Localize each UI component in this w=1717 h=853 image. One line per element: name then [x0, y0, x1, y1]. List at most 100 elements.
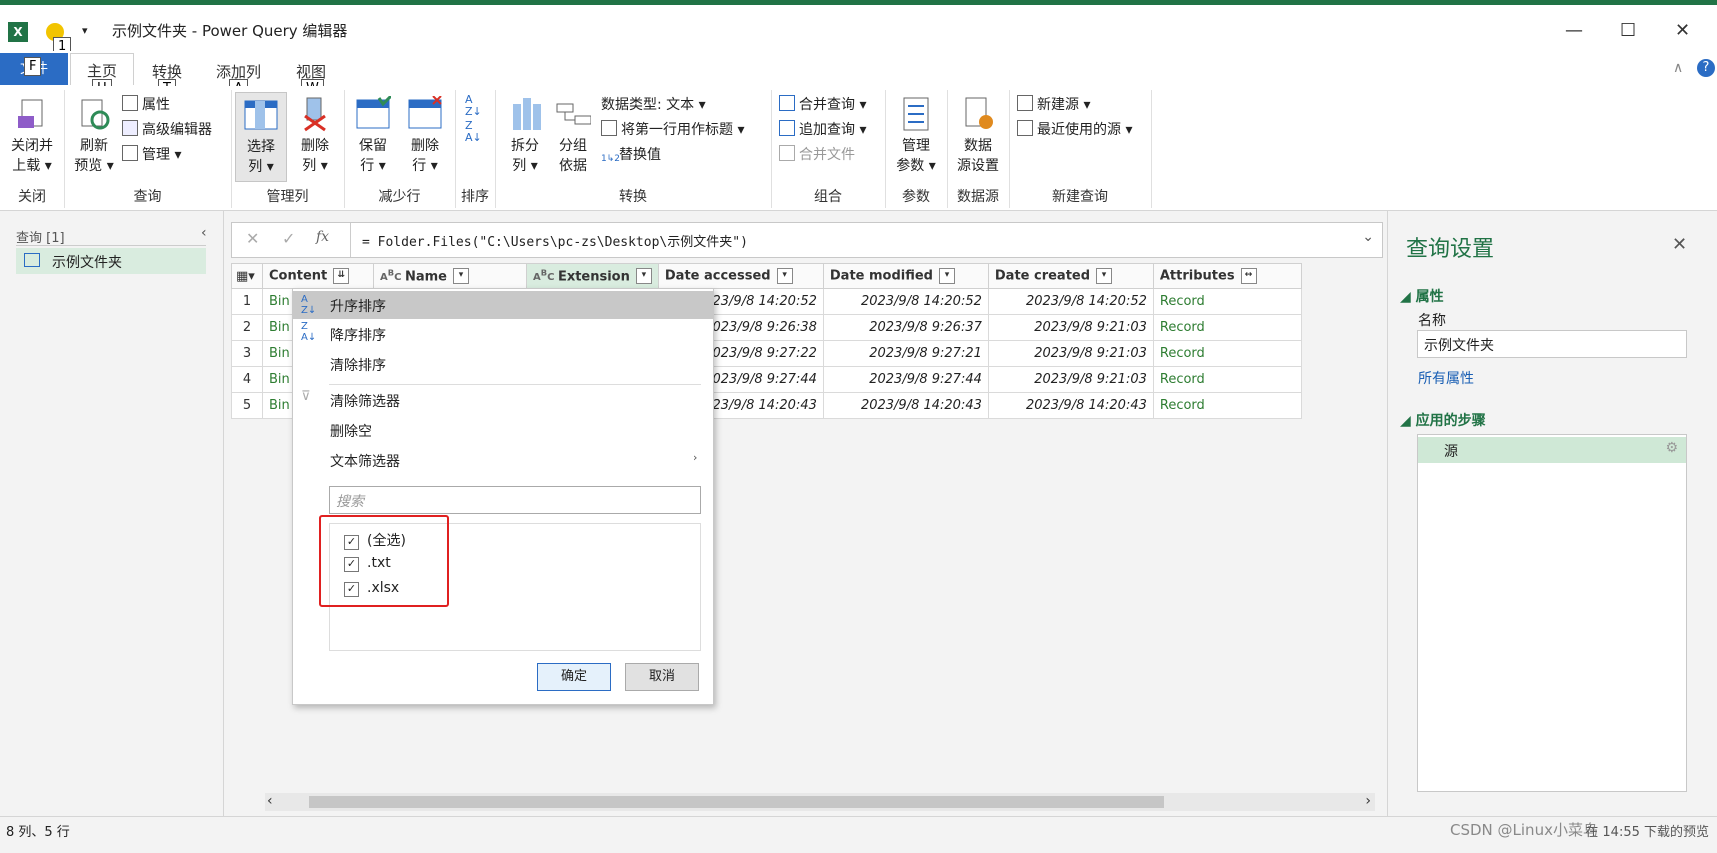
merge-queries-button[interactable]: 合并查询 ▾	[779, 94, 866, 114]
cell-attributes[interactable]: Record	[1152, 392, 1302, 419]
manage-parameters-label-2: 参数 ▾	[896, 158, 936, 174]
choose-columns-button[interactable]: 选择 列 ▾	[235, 92, 287, 182]
manage-parameters-icon	[898, 96, 934, 132]
column-header-extension[interactable]: ABC Extension ▾	[526, 263, 659, 289]
fx-icon[interactable]: fx	[316, 229, 329, 245]
collapse-ribbon-icon[interactable]: ∧	[1673, 60, 1683, 76]
expand-formula-icon[interactable]: ⌄	[1362, 229, 1374, 245]
expand-column-icon[interactable]: ↔	[1240, 268, 1257, 284]
column-header-date-accessed[interactable]: Date accessed ▾	[657, 263, 824, 289]
remove-columns-button[interactable]: 删除 列 ▾	[291, 96, 339, 176]
query-name-input[interactable]: 示例文件夹	[1417, 330, 1687, 358]
cell-date-created[interactable]: 2023/9/8 14:20:43	[987, 392, 1154, 419]
keep-rows-button[interactable]: 保留 行 ▾	[348, 94, 398, 176]
help-icon[interactable]: ?	[1697, 59, 1715, 77]
step-item[interactable]: 源 ⚙	[1418, 437, 1686, 463]
group-label-new-query: 新建查询	[1052, 189, 1108, 205]
group-new-query: 新建源 ▾ 最近使用的源 ▾ 新建查询	[1009, 90, 1152, 208]
cell-date-modified[interactable]: 2023/9/8 9:26:37	[822, 314, 989, 341]
filter-dropdown-icon[interactable]: ▾	[776, 268, 793, 284]
close-load-label-1: 关闭并	[11, 138, 53, 154]
filter-dropdown-icon[interactable]: ▾	[1096, 268, 1113, 284]
new-source-button[interactable]: 新建源 ▾	[1017, 94, 1090, 114]
gear-icon[interactable]: ⚙	[1665, 440, 1678, 456]
menu-item-remove-empty[interactable]: 删除空	[330, 421, 372, 441]
table-menu-icon[interactable]: ▦▾	[231, 263, 263, 289]
cell-date-modified[interactable]: 2023/9/8 14:20:43	[822, 392, 989, 419]
expand-column-icon[interactable]: ⇊	[333, 268, 350, 284]
menu-item-clear-filter[interactable]: 清除筛选器	[330, 391, 400, 411]
close-button[interactable]: ✕	[1675, 20, 1690, 41]
cell-date-created[interactable]: 2023/9/8 9:21:03	[987, 314, 1154, 341]
manage-parameters-label-1: 管理	[902, 138, 930, 154]
scroll-right-icon[interactable]: ›	[1365, 793, 1371, 809]
formula-text[interactable]: = Folder.Files("C:\Users\pc-zs\Desktop\示…	[362, 231, 748, 250]
column-header-attributes[interactable]: Attributes ↔	[1152, 263, 1302, 289]
column-header-name[interactable]: ABC Name ▾	[373, 263, 527, 289]
maximize-button[interactable]: ☐	[1620, 20, 1636, 41]
cell-attributes[interactable]: Record	[1152, 366, 1302, 393]
collapse-queries-icon[interactable]: ‹	[201, 225, 207, 241]
recent-sources-button[interactable]: 最近使用的源 ▾	[1017, 119, 1132, 139]
filter-dropdown-icon[interactable]: ▾	[452, 268, 469, 285]
minimize-button[interactable]: —	[1565, 20, 1583, 41]
cell-attributes[interactable]: Record	[1152, 340, 1302, 367]
filter-dropdown-icon[interactable]: ▾	[635, 268, 652, 285]
group-label-transform: 转换	[619, 189, 647, 205]
cell-attributes[interactable]: Record	[1152, 314, 1302, 341]
use-first-row-headers-button[interactable]: 将第一行用作标题 ▾	[601, 119, 744, 139]
menu-item-text-filters[interactable]: 文本筛选器	[330, 451, 400, 471]
scroll-left-icon[interactable]: ‹	[267, 793, 273, 809]
applied-steps-header[interactable]: ◢ 应用的步骤	[1400, 410, 1486, 430]
cell-date-created[interactable]: 2023/9/8 9:21:03	[987, 340, 1154, 367]
cell-date-created[interactable]: 2023/9/8 14:20:52	[987, 288, 1154, 315]
group-by-button[interactable]: 分组 依据	[553, 96, 593, 176]
menu-item-sort-descending[interactable]: 降序排序	[330, 325, 386, 345]
properties-header[interactable]: ◢ 属性	[1400, 286, 1444, 306]
column-header-date-created[interactable]: Date created ▾	[987, 263, 1154, 289]
queries-pane	[0, 211, 224, 816]
sort-ascending-icon[interactable]: A Z↓	[465, 94, 482, 118]
column-header-date-modified[interactable]: Date modified ▾	[822, 263, 989, 289]
ok-button[interactable]: 确定	[537, 663, 611, 691]
split-column-button[interactable]: 拆分 列 ▾	[503, 96, 547, 176]
remove-rows-button[interactable]: 删除 行 ▾	[400, 95, 450, 176]
commit-formula-icon[interactable]: ✓	[282, 229, 295, 248]
horizontal-scrollbar[interactable]: ‹ ›	[265, 793, 1375, 811]
data-source-settings-button[interactable]: 数据 源设置	[951, 96, 1005, 176]
menu-item-sort-ascending[interactable]: 升序排序	[330, 296, 386, 316]
choose-columns-icon	[243, 97, 279, 133]
cell-date-modified[interactable]: 2023/9/8 14:20:52	[822, 288, 989, 315]
advanced-editor-button[interactable]: 高级编辑器	[122, 119, 212, 139]
cell-date-created[interactable]: 2023/9/8 9:21:03	[987, 366, 1154, 393]
filter-dropdown-icon[interactable]: ▾	[939, 268, 955, 284]
combine-files-button[interactable]: 合并文件	[779, 144, 855, 164]
cancel-button[interactable]: 取消	[625, 663, 699, 691]
cancel-formula-icon[interactable]: ✕	[246, 229, 259, 248]
replace-values-button[interactable]: 1↳2替换值	[601, 144, 661, 168]
column-header-content[interactable]: Content ⇊	[262, 263, 374, 289]
menu-item-clear-sort[interactable]: 清除排序	[330, 355, 386, 375]
manage-parameters-button[interactable]: 管理 参数 ▾	[891, 96, 941, 176]
query-item[interactable]: 示例文件夹	[16, 248, 206, 274]
all-properties-link[interactable]: 所有属性	[1418, 368, 1474, 388]
advanced-editor-icon	[122, 120, 138, 136]
group-label-combine: 组合	[814, 189, 842, 205]
close-load-button[interactable]: 关闭并 上载 ▾	[4, 96, 60, 176]
sort-descending-icon[interactable]: Z A↓	[465, 120, 482, 144]
cell-date-modified[interactable]: 2023/9/8 9:27:21	[822, 340, 989, 367]
append-queries-button[interactable]: 追加查询 ▾	[779, 119, 866, 139]
row-number: 2	[231, 314, 263, 341]
cell-date-modified[interactable]: 2023/9/8 9:27:44	[822, 366, 989, 393]
step-label: 源	[1444, 444, 1458, 460]
filter-search-box[interactable]: 搜索	[329, 486, 701, 514]
scrollbar-thumb[interactable]	[309, 796, 1164, 808]
cell-attributes[interactable]: Record	[1152, 288, 1302, 315]
properties-button[interactable]: 属性	[122, 94, 170, 114]
qat-dropdown-icon[interactable]: ▾	[82, 24, 88, 37]
manage-button[interactable]: 管理 ▾	[122, 144, 181, 164]
close-pane-icon[interactable]: ✕	[1672, 234, 1687, 255]
group-query: 刷新 预览 ▾ 属性 高级编辑器 管理 ▾ 查询	[64, 90, 232, 208]
refresh-preview-button[interactable]: 刷新 预览 ▾	[70, 96, 118, 176]
data-type-dropdown[interactable]: 数据类型: 文本 ▾	[601, 94, 706, 114]
